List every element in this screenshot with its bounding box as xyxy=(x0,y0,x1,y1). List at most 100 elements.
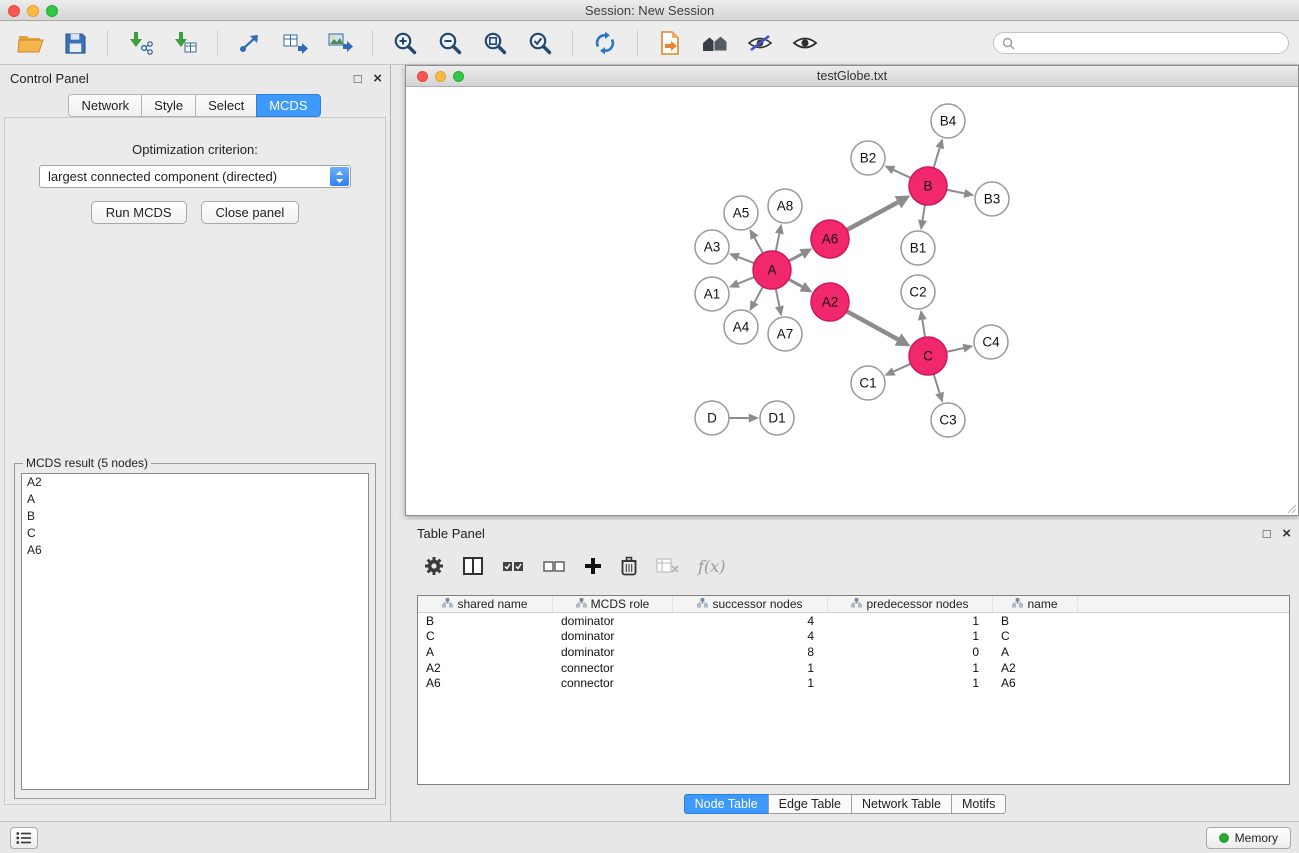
select-columns-button[interactable] xyxy=(463,557,483,575)
graph-node-A7[interactable]: A7 xyxy=(768,317,802,351)
tab-mcds[interactable]: MCDS xyxy=(256,94,320,117)
graph-node-B3[interactable]: B3 xyxy=(975,182,1009,216)
table-row[interactable]: A2connector11A2 xyxy=(418,660,1289,676)
zoom-selected-button[interactable] xyxy=(524,27,556,59)
result-item[interactable]: B xyxy=(22,508,368,525)
open-network-file-button[interactable] xyxy=(654,27,686,59)
graph-node-B[interactable]: B xyxy=(909,167,947,205)
graph-edge-A-A4[interactable] xyxy=(754,287,762,303)
bird-view-button[interactable] xyxy=(744,27,776,59)
graph-node-C3[interactable]: C3 xyxy=(931,403,965,437)
column-header-name[interactable]: name xyxy=(993,596,1078,612)
column-header-successor-nodes[interactable]: successor nodes xyxy=(673,596,828,612)
graph-edge-B-B2[interactable] xyxy=(894,170,911,178)
tab-motifs[interactable]: Motifs xyxy=(951,794,1006,814)
graph-node-C[interactable]: C xyxy=(909,337,947,375)
network-window-titlebar[interactable]: testGlobe.txt xyxy=(406,66,1298,87)
graph-node-A3[interactable]: A3 xyxy=(695,230,729,264)
float-panel-icon[interactable]: □ xyxy=(354,71,362,86)
graph-edge-A-A1[interactable] xyxy=(738,277,754,283)
graph-node-B1[interactable]: B1 xyxy=(901,231,935,265)
export-table-button[interactable] xyxy=(279,27,311,59)
zoom-in-button[interactable] xyxy=(389,27,421,59)
graph-node-A1[interactable]: A1 xyxy=(695,277,729,311)
table-row[interactable]: Adominator80A xyxy=(418,644,1289,660)
import-table-button[interactable] xyxy=(169,27,201,59)
close-panel-icon[interactable]: × xyxy=(373,70,382,87)
graph-edge-A-A3[interactable] xyxy=(738,257,754,263)
refresh-layout-button[interactable] xyxy=(589,27,621,59)
open-session-button[interactable] xyxy=(14,27,46,59)
tab-network[interactable]: Network xyxy=(68,94,142,117)
zoom-fit-button[interactable] xyxy=(479,27,511,59)
graphics-details-button[interactable] xyxy=(699,27,731,59)
save-session-button[interactable] xyxy=(59,27,91,59)
deselect-all-button[interactable] xyxy=(543,560,565,573)
close-window-button[interactable] xyxy=(8,5,20,17)
mcds-result-list[interactable]: A2ABCA6 xyxy=(21,473,369,790)
graph-edge-C-C1[interactable] xyxy=(894,364,911,372)
column-header-predecessor-nodes[interactable]: predecessor nodes xyxy=(828,596,993,612)
graph-edge-A-A2[interactable] xyxy=(789,279,803,286)
result-item[interactable]: A xyxy=(22,491,368,508)
table-row[interactable]: Cdominator41C xyxy=(418,629,1289,645)
graph-node-D1[interactable]: D1 xyxy=(760,401,794,435)
graph-edge-A6-B[interactable] xyxy=(847,202,898,230)
select-all-button[interactable] xyxy=(502,560,524,573)
float-table-panel-icon[interactable]: □ xyxy=(1263,526,1271,541)
close-panel-button[interactable]: Close panel xyxy=(201,201,300,224)
graph-edge-A2-C[interactable] xyxy=(847,311,898,339)
graph-edge-C-C4[interactable] xyxy=(947,348,964,352)
create-column-button[interactable] xyxy=(584,557,602,575)
zoom-out-button[interactable] xyxy=(434,27,466,59)
tab-style[interactable]: Style xyxy=(141,94,196,117)
tab-network-table[interactable]: Network Table xyxy=(851,794,952,814)
result-item[interactable]: A6 xyxy=(22,542,368,559)
graph-edge-B-B1[interactable] xyxy=(922,205,924,220)
import-network-button[interactable] xyxy=(124,27,156,59)
graph-node-C2[interactable]: C2 xyxy=(901,275,935,309)
graph-node-A2[interactable]: A2 xyxy=(811,283,849,321)
close-table-panel-icon[interactable]: × xyxy=(1282,525,1291,542)
column-header-shared-name[interactable]: shared name xyxy=(418,596,553,612)
graph-node-C1[interactable]: C1 xyxy=(851,366,885,400)
table-settings-button[interactable] xyxy=(424,556,444,576)
graph-node-B2[interactable]: B2 xyxy=(851,141,885,175)
graph-edge-A-A8[interactable] xyxy=(776,234,780,252)
network-close-button[interactable] xyxy=(417,71,428,82)
delete-table-button[interactable] xyxy=(656,558,679,574)
search-input[interactable] xyxy=(1020,36,1280,50)
graph-node-C4[interactable]: C4 xyxy=(974,325,1008,359)
graph-node-A5[interactable]: A5 xyxy=(724,196,758,230)
result-item[interactable]: C xyxy=(22,525,368,542)
tab-node-table[interactable]: Node Table xyxy=(684,794,769,814)
minimize-window-button[interactable] xyxy=(27,5,39,17)
show-panel-button[interactable] xyxy=(789,27,821,59)
graph-edge-A-A6[interactable] xyxy=(789,254,802,261)
graph-node-B4[interactable]: B4 xyxy=(931,104,965,138)
result-item[interactable]: A2 xyxy=(22,474,368,491)
graph-edge-A-A7[interactable] xyxy=(776,289,780,307)
column-header-mcds-role[interactable]: MCDS role xyxy=(553,596,673,612)
tab-edge-table[interactable]: Edge Table xyxy=(768,794,852,814)
memory-button[interactable]: Memory xyxy=(1206,827,1291,849)
graph-edge-C-C2[interactable] xyxy=(922,320,925,337)
table-row[interactable]: Bdominator41B xyxy=(418,613,1289,629)
network-canvas[interactable]: B4B2BB3A5A8A6A3B1AC2A1A2A4A7C4CC1C3DD1 xyxy=(406,88,1298,516)
table-row[interactable]: A6connector11A6 xyxy=(418,675,1289,691)
run-mcds-button[interactable]: Run MCDS xyxy=(91,201,187,224)
delete-column-button[interactable] xyxy=(621,556,637,576)
tab-select[interactable]: Select xyxy=(195,94,257,117)
show-panels-button[interactable] xyxy=(10,827,38,849)
search-box[interactable] xyxy=(993,32,1289,54)
export-image-button[interactable] xyxy=(324,27,356,59)
network-zoom-button[interactable] xyxy=(453,71,464,82)
graph-node-A[interactable]: A xyxy=(753,251,791,289)
graph-edge-C-C3[interactable] xyxy=(934,374,940,393)
graph-edge-B-B4[interactable] xyxy=(934,148,940,168)
graph-node-A6[interactable]: A6 xyxy=(811,220,849,258)
graph-edge-B-B3[interactable] xyxy=(947,190,965,194)
zoom-window-button[interactable] xyxy=(46,5,58,17)
graph-node-A8[interactable]: A8 xyxy=(768,189,802,223)
graph-node-D[interactable]: D xyxy=(695,401,729,435)
